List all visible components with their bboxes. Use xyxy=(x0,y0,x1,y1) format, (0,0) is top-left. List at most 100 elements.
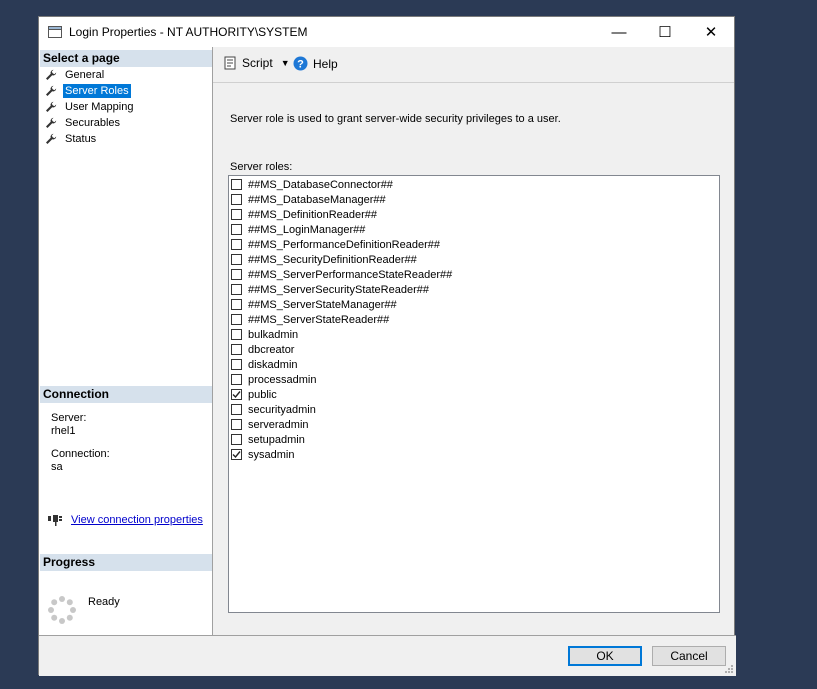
role-row[interactable]: public xyxy=(231,387,277,402)
cancel-button[interactable]: Cancel xyxy=(652,646,726,666)
role-checkbox[interactable] xyxy=(231,254,242,265)
page-item-general[interactable]: General xyxy=(45,67,135,83)
role-row[interactable]: processadmin xyxy=(231,372,316,387)
script-icon xyxy=(224,56,236,70)
toolbar: Script ▼ ? Help xyxy=(213,47,734,83)
role-row[interactable]: diskadmin xyxy=(231,357,298,372)
minimize-icon: — xyxy=(611,23,627,41)
connection-header: Connection xyxy=(40,386,212,403)
wrench-icon xyxy=(46,117,57,128)
view-connection-properties[interactable]: View connection properties xyxy=(47,513,203,527)
role-row[interactable]: ##MS_LoginManager## xyxy=(231,222,365,237)
role-row[interactable]: ##MS_SecurityDefinitionReader## xyxy=(231,252,417,267)
role-checkbox[interactable] xyxy=(231,179,242,190)
maximize-icon: ☐ xyxy=(658,24,672,41)
role-row[interactable]: setupadmin xyxy=(231,432,305,447)
role-checkbox[interactable] xyxy=(231,314,242,325)
main-panel: Script ▼ ? Help Server role is used to g… xyxy=(213,47,734,635)
page-item-user-mapping[interactable]: User Mapping xyxy=(45,99,135,115)
connection-value: sa xyxy=(51,461,63,473)
role-row[interactable]: ##MS_DatabaseConnector## xyxy=(231,177,393,192)
window-title: Login Properties - NT AUTHORITY\SYSTEM xyxy=(69,25,308,39)
role-row[interactable]: ##MS_ServerSecurityStateReader## xyxy=(231,282,429,297)
description-text: Server role is used to grant server-wide… xyxy=(230,113,561,125)
server-label: Server: xyxy=(51,412,87,424)
minimize-button[interactable]: — xyxy=(596,17,642,47)
role-checkbox[interactable] xyxy=(231,239,242,250)
view-connection-link[interactable]: View connection properties xyxy=(71,514,203,526)
role-row[interactable]: ##MS_PerformanceDefinitionReader## xyxy=(231,237,440,252)
resize-grip-icon[interactable] xyxy=(724,664,734,674)
role-name: bulkadmin xyxy=(248,328,299,341)
role-name: securityadmin xyxy=(248,403,316,416)
role-checkbox[interactable] xyxy=(231,374,242,385)
page-item-securables[interactable]: Securables xyxy=(45,115,135,131)
checkmark-icon xyxy=(232,391,241,399)
server-roles-list[interactable]: ##MS_DatabaseConnector## ##MS_DatabaseMan… xyxy=(228,175,720,613)
page-item-server-roles[interactable]: Server Roles xyxy=(45,83,135,99)
role-checkbox[interactable] xyxy=(231,269,242,280)
role-name: ##MS_DatabaseManager## xyxy=(248,193,386,206)
script-label: Script xyxy=(242,56,273,70)
role-row[interactable]: securityadmin xyxy=(231,402,316,417)
role-checkbox[interactable] xyxy=(231,419,242,430)
role-checkbox[interactable] xyxy=(231,329,242,340)
role-row[interactable]: ##MS_ServerPerformanceStateReader## xyxy=(231,267,452,282)
wrench-icon xyxy=(46,85,57,96)
dialog-footer: OK Cancel xyxy=(39,635,736,676)
role-row[interactable]: serveradmin xyxy=(231,417,309,432)
close-button[interactable]: ✕ xyxy=(688,17,734,47)
role-checkbox[interactable] xyxy=(231,224,242,235)
svg-text:?: ? xyxy=(297,59,304,71)
role-row[interactable]: dbcreator xyxy=(231,342,294,357)
help-icon: ? xyxy=(293,56,308,71)
role-row[interactable]: ##MS_ServerStateManager## xyxy=(231,297,397,312)
role-checkbox[interactable] xyxy=(231,194,242,205)
role-checkbox[interactable] xyxy=(231,344,242,355)
progress-spinner-icon xyxy=(48,596,76,624)
role-name: ##MS_DefinitionReader## xyxy=(248,208,378,221)
role-row[interactable]: ##MS_DatabaseManager## xyxy=(231,192,386,207)
ok-button[interactable]: OK xyxy=(568,646,642,666)
role-checkbox[interactable] xyxy=(231,449,242,460)
role-checkbox[interactable] xyxy=(231,389,242,400)
help-button[interactable]: ? Help xyxy=(293,56,338,71)
role-row[interactable]: bulkadmin xyxy=(231,327,298,342)
role-checkbox[interactable] xyxy=(231,359,242,370)
role-name: ##MS_ServerStateManager## xyxy=(248,298,397,311)
page-label-status: Status xyxy=(65,133,97,145)
server-value: rhel1 xyxy=(51,425,76,437)
role-row[interactable]: ##MS_ServerStateReader## xyxy=(231,312,389,327)
role-row[interactable]: ##MS_DefinitionReader## xyxy=(231,207,377,222)
title-bar[interactable]: Login Properties - NT AUTHORITY\SYSTEM —… xyxy=(39,17,734,47)
script-button[interactable]: Script ▼ xyxy=(223,56,290,70)
maximize-button[interactable]: ☐ xyxy=(642,17,688,47)
close-icon: ✕ xyxy=(704,24,718,41)
help-label: Help xyxy=(313,56,338,71)
role-name: dbcreator xyxy=(248,343,295,356)
plug-icon xyxy=(48,515,62,526)
role-name: ##MS_PerformanceDefinitionReader## xyxy=(248,238,440,251)
role-name: serveradmin xyxy=(248,418,309,431)
role-checkbox[interactable] xyxy=(231,434,242,445)
role-checkbox[interactable] xyxy=(231,209,242,220)
wrench-icon xyxy=(46,133,57,144)
page-label-server-roles: Server Roles xyxy=(63,84,131,98)
page-label-securables: Securables xyxy=(65,117,121,129)
role-checkbox[interactable] xyxy=(231,404,242,415)
chevron-down-icon[interactable]: ▼ xyxy=(281,58,290,68)
page-label-general: General xyxy=(65,69,105,81)
role-checkbox[interactable] xyxy=(231,299,242,310)
progress-status: Ready xyxy=(88,596,120,608)
left-panel: Select a page General Server Roles User … xyxy=(39,47,213,635)
page-item-status[interactable]: Status xyxy=(45,131,135,147)
role-name: ##MS_DatabaseConnector## xyxy=(248,178,393,191)
role-name: processadmin xyxy=(248,373,317,386)
role-name: diskadmin xyxy=(248,358,298,371)
role-name: ##MS_ServerStateReader## xyxy=(248,313,390,326)
role-checkbox[interactable] xyxy=(231,284,242,295)
progress-header: Progress xyxy=(40,554,212,571)
role-name: sysadmin xyxy=(248,448,295,461)
connection-label: Connection: xyxy=(51,448,110,460)
role-row[interactable]: sysadmin xyxy=(231,447,294,462)
